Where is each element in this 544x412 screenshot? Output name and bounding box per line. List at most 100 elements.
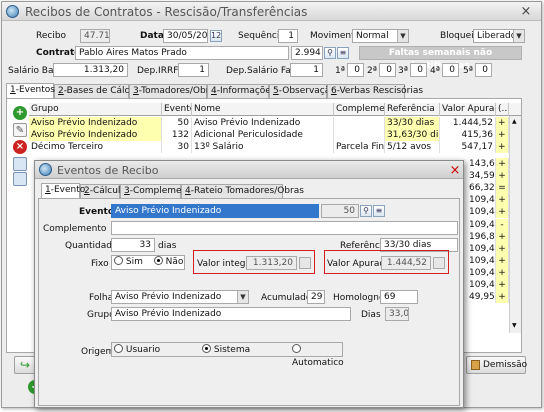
- origem-usuario-radio[interactable]: [114, 344, 123, 353]
- valor-apurado-button[interactable]: [433, 257, 445, 269]
- dialog-tab-clculo[interactable]: 2-Cálculo: [80, 184, 126, 198]
- tab-basesdeclculo[interactable]: 2-Bases de Cálculo: [54, 84, 143, 98]
- table-row-peek[interactable]: 109,43+: [467, 242, 509, 255]
- tab-informaes[interactable]: 4-Informações: [207, 84, 276, 98]
- col-complemento[interactable]: Complemento: [334, 103, 385, 116]
- chevron-down-icon: ▼: [237, 291, 248, 303]
- table-row-peek[interactable]: 109,43-: [467, 218, 509, 231]
- cell-sinal: +: [496, 279, 509, 291]
- table-row[interactable]: Aviso Prévio Indenizado 132 Adicional Peri…: [29, 129, 509, 141]
- origem-automatico-radio[interactable]: [292, 344, 301, 353]
- tab-observao[interactable]: 5-Observação: [269, 84, 336, 98]
- calendar-icon[interactable]: 12: [210, 30, 222, 42]
- falta-field[interactable]: 0: [475, 63, 492, 77]
- table-row-peek[interactable]: 66,32 =: [467, 182, 509, 195]
- tab-verbasrescisrias[interactable]: 6-Verbas Rescisórias: [327, 84, 423, 98]
- origem-usuario-option[interactable]: Usuario: [114, 344, 160, 357]
- col-evento[interactable]: Evento: [162, 103, 192, 116]
- sequencia-field[interactable]: 1: [278, 29, 298, 43]
- folha-select[interactable]: Aviso Prévio Indenizado ▼: [111, 290, 249, 304]
- movimento-select[interactable]: Normal ▼: [352, 29, 409, 43]
- tab-tomadoresobras[interactable]: 3-Tomadores/Obras: [129, 84, 220, 98]
- col-referencia[interactable]: Referência: [385, 103, 440, 116]
- evento-code-field[interactable]: 50: [321, 204, 359, 218]
- document-icon[interactable]: [13, 157, 27, 171]
- tab-eventos[interactable]: 1-Eventos: [6, 83, 55, 98]
- search-icon[interactable]: ⚲: [360, 205, 372, 217]
- dialog-close-icon[interactable]: ×: [447, 163, 463, 178]
- data-field[interactable]: 30/05/2016: [163, 29, 208, 43]
- complemento-field[interactable]: [111, 221, 458, 235]
- table-row-peek[interactable]: 109,43+: [467, 279, 509, 291]
- details-icon[interactable]: ≡: [337, 47, 349, 59]
- table-row-peek[interactable]: 143,66+: [467, 158, 509, 170]
- table-row-peek[interactable]: 34,59 +: [467, 170, 509, 183]
- dialog-tab-rateiotomadoresobras[interactable]: 4-Rateio Tomadores/Obras: [181, 184, 304, 198]
- bloqueio-select[interactable]: Liberado ▼: [473, 29, 525, 43]
- search-icon[interactable]: ⚲: [324, 47, 336, 59]
- table-row[interactable]: Décimo Terceiro3013º SalárioParcela Fina…: [29, 141, 509, 153]
- dep-salario-field[interactable]: 1: [290, 63, 323, 77]
- dialog-title: Eventos de Recibo: [57, 164, 159, 177]
- delete-icon[interactable]: ×: [13, 140, 27, 154]
- cell-valor: 109,43: [469, 279, 496, 291]
- cell-valor: 547,17: [440, 141, 496, 153]
- evento-field[interactable]: Aviso Prévio Indenizado: [111, 204, 319, 218]
- arrow-icon: ↪: [20, 358, 31, 372]
- cell-sinal: +: [496, 170, 509, 183]
- valor-apurado-field[interactable]: 1.444,52: [381, 256, 431, 270]
- scroll-down-icon[interactable]: ▼: [512, 322, 517, 329]
- demissao-button[interactable]: Demissão: [466, 356, 528, 374]
- cell-sinal: +: [496, 254, 509, 267]
- edit-icon[interactable]: ✎: [13, 123, 27, 137]
- table-row-peek[interactable]: 196,88+: [467, 230, 509, 243]
- contrato-field[interactable]: Pablo Aires Matos Prado: [75, 46, 289, 60]
- origem-sistema-radio[interactable]: [202, 344, 211, 353]
- falta-field[interactable]: 0: [442, 63, 459, 77]
- recibo-field[interactable]: 47.718: [80, 29, 110, 43]
- dep-irrf-field[interactable]: 1: [178, 63, 209, 77]
- close-icon[interactable]: ×: [518, 4, 534, 19]
- falta-field[interactable]: 0: [379, 63, 396, 77]
- contrato-code-field[interactable]: 2.994: [291, 46, 323, 60]
- details-icon[interactable]: ≡: [373, 205, 385, 217]
- table-row-peek[interactable]: 49,95 +: [467, 291, 509, 304]
- grupo-field[interactable]: Aviso Prévio Indenizado: [111, 307, 351, 321]
- tab-label: -Verbas Rescisórias: [336, 86, 424, 96]
- col-nome[interactable]: Nome: [192, 103, 334, 116]
- fixo-sim-radio[interactable]: [114, 256, 123, 265]
- col-valor-apurado[interactable]: Valor Apurado: [440, 103, 496, 116]
- demissao-label: Demissão: [483, 360, 528, 370]
- table-scrollbar[interactable]: ▲ ▼: [509, 116, 521, 333]
- falta-field[interactable]: 0: [410, 63, 427, 77]
- col-sinal[interactable]: (...: [496, 103, 509, 116]
- fixo-nao-radio[interactable]: [153, 256, 163, 265]
- add-icon[interactable]: +: [13, 106, 27, 120]
- falta-field[interactable]: 0: [347, 63, 364, 77]
- valor-integral-field[interactable]: 1.313,20: [246, 256, 297, 270]
- homolognet-field[interactable]: 69: [380, 290, 418, 304]
- origem-automatico-label: Automatico: [292, 358, 344, 368]
- table-row-peek[interactable]: 109,43+: [467, 266, 509, 279]
- table-row-peek[interactable]: 109,43+: [467, 206, 509, 219]
- acumulador-field[interactable]: 29: [307, 290, 325, 304]
- dias-field[interactable]: 33,0: [385, 307, 409, 321]
- cell-ref: 31,63/30 dias: [387, 129, 440, 141]
- origem-automatico-option[interactable]: Automatico: [292, 344, 344, 370]
- table-row-peek[interactable]: 109,43+: [467, 254, 509, 267]
- dialog-tab-complemento[interactable]: 3-Complemento: [120, 184, 196, 198]
- tab-label: -Eventos: [15, 85, 55, 95]
- scroll-up-icon[interactable]: ▲: [512, 118, 517, 125]
- tab-label: -Informações: [216, 86, 276, 96]
- data-label: Data: [140, 31, 164, 41]
- table-row-peek[interactable]: 109,43+: [467, 194, 509, 207]
- dialog-tab-evento[interactable]: 1-Evento: [41, 183, 85, 198]
- report-icon[interactable]: [13, 172, 27, 186]
- quantidade-field[interactable]: 33: [111, 238, 155, 252]
- salario-base-field[interactable]: 1.313,20: [53, 63, 128, 77]
- valor-integral-button[interactable]: [299, 257, 311, 269]
- origem-sistema-option[interactable]: Sistema: [202, 344, 250, 357]
- table-row[interactable]: Aviso Prévio Indenizado 50 Aviso Prévio In…: [29, 117, 509, 129]
- tab-label: -Evento: [50, 185, 86, 195]
- col-grupo[interactable]: Grupo: [29, 103, 162, 116]
